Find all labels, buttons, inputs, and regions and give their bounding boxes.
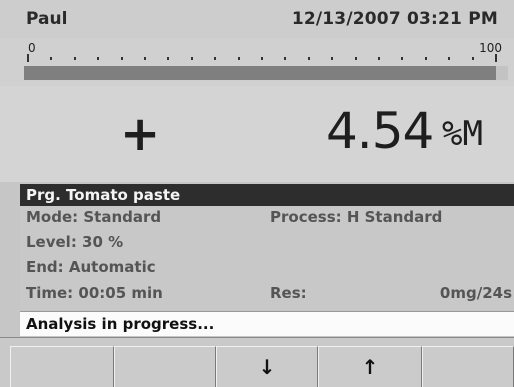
- date-time: 12/13/2007 03:21 PM: [291, 9, 498, 29]
- scale-tick: [307, 57, 310, 60]
- scale-tick: [190, 57, 193, 60]
- scale-tick: [27, 54, 29, 62]
- scale-tick: [167, 57, 170, 60]
- softkey-down[interactable]: ↓: [216, 346, 318, 387]
- scale-min-label: 0: [28, 41, 36, 55]
- softkey-bar: ↓ ↑: [0, 337, 514, 387]
- reading-value: 4.54: [326, 102, 434, 160]
- program-info: Mode: Standard Process: H Standard Level…: [20, 206, 514, 310]
- status-message-bar: Analysis in progress...: [20, 311, 514, 336]
- progress-fill: [24, 66, 496, 80]
- scale-tick: [448, 57, 451, 60]
- res-label: Res:: [270, 284, 307, 302]
- program-title: Prg. Tomato paste: [26, 186, 181, 204]
- arrow-up-icon: ↑: [361, 355, 379, 379]
- user-name: Paul: [26, 9, 68, 29]
- scale-ticks: [27, 54, 497, 64]
- scale-tick: [120, 57, 123, 60]
- scale-tick: [354, 57, 357, 60]
- scale-tick: [378, 57, 380, 60]
- reading-sign: +: [120, 106, 161, 162]
- scale-tick: [401, 57, 404, 60]
- status-bar: Paul 12/13/2007 03:21 PM: [0, 0, 514, 38]
- scale-tick: [424, 57, 427, 60]
- scale-tick: [284, 57, 287, 60]
- progress-track: [24, 66, 508, 80]
- softkey-1[interactable]: [10, 346, 114, 387]
- reading-unit: %M: [442, 114, 483, 154]
- scale-max-label: 100: [479, 41, 502, 55]
- softkey-5[interactable]: [422, 346, 514, 387]
- res-value: 0mg/24s: [439, 284, 512, 302]
- instrument-screen: Paul 12/13/2007 03:21 PM 0 100 + 4.54 %M…: [0, 0, 514, 387]
- progress-scale: 0 100: [0, 38, 514, 86]
- mode-text: Mode: Standard: [26, 208, 162, 226]
- scale-tick: [495, 54, 497, 62]
- scale-tick: [331, 57, 334, 60]
- status-message: Analysis in progress...: [26, 315, 215, 333]
- softkey-2[interactable]: [114, 346, 216, 387]
- scale-tick: [97, 57, 100, 60]
- arrow-down-icon: ↓: [258, 355, 276, 379]
- scale-tick: [237, 57, 240, 60]
- scale-tick: [261, 57, 263, 60]
- scale-tick: [73, 57, 76, 60]
- scale-tick: [471, 57, 474, 60]
- scale-tick: [50, 57, 53, 60]
- time-text: Time: 00:05 min: [26, 284, 163, 302]
- level-text: Level: 30 %: [26, 233, 124, 251]
- softkey-up[interactable]: ↑: [318, 346, 422, 387]
- scale-tick: [214, 57, 217, 60]
- scale-tick: [144, 57, 146, 60]
- measurement-reading: + 4.54 %M: [0, 86, 514, 182]
- program-title-bar: Prg. Tomato paste: [20, 184, 514, 206]
- end-text: End: Automatic: [26, 258, 156, 276]
- process-text: Process: H Standard: [270, 208, 443, 226]
